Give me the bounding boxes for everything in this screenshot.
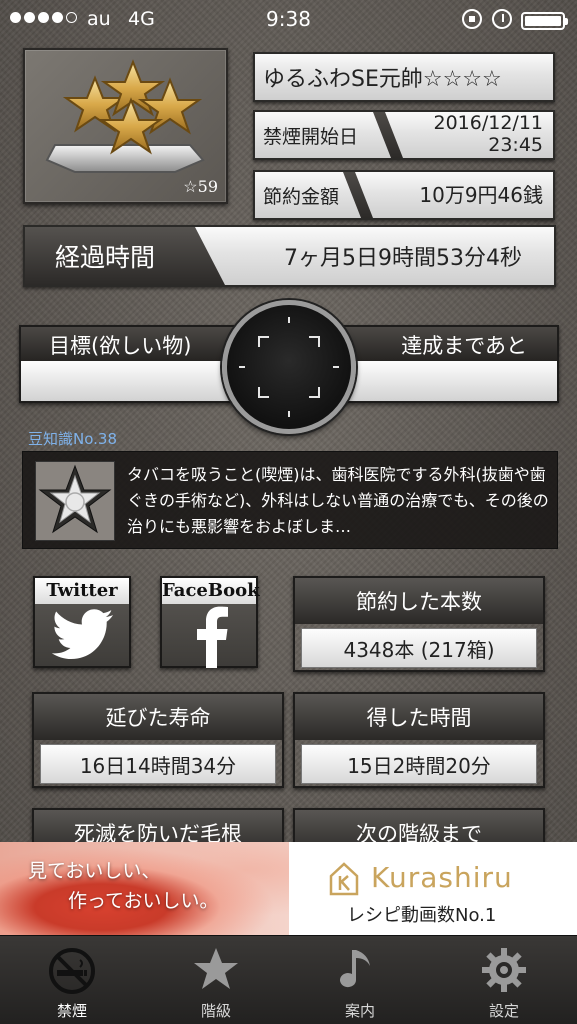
trivia-title: 豆知識No.38 bbox=[28, 430, 117, 448]
saved-cigarettes-value: 4348本 (217箱) bbox=[301, 628, 537, 668]
tab-bar: 禁煙 階級 案内 設定 bbox=[0, 935, 577, 1024]
tab-quit-smoking-label: 禁煙 bbox=[56, 1002, 87, 1020]
ad-banner[interactable]: 見ておいしい、 作っておいしい。 Kurashiru レシピ動画数No.1 bbox=[0, 842, 577, 935]
no-smoking-icon bbox=[49, 948, 95, 994]
time-gained-label: 得した時間 bbox=[295, 694, 543, 740]
divider bbox=[373, 112, 403, 158]
ad-tagline: レシピ動画数No.1 bbox=[347, 905, 497, 926]
time-gained-card: 得した時間 15日2時間20分 bbox=[293, 692, 545, 788]
ad-copy-line1: 見ておいしい、 bbox=[28, 860, 161, 882]
tab-settings-label: 設定 bbox=[488, 1002, 519, 1020]
time-gained-value: 15日2時間20分 bbox=[301, 744, 537, 784]
elapsed-panel: 経過時間 7ヶ月5日9時間53分4秒 bbox=[23, 225, 556, 287]
star-icon bbox=[194, 948, 238, 989]
saved-cigarettes-card: 節約した本数 4348本 (217箱) bbox=[293, 576, 545, 672]
twitter-label: Twitter bbox=[35, 578, 129, 604]
viewfinder-icon bbox=[239, 317, 339, 417]
quit-start-date: 2016/12/11 bbox=[433, 112, 543, 135]
facebook-button[interactable]: FaceBook bbox=[160, 576, 260, 668]
rank-name: ゆるふわSE元帥☆☆☆☆ bbox=[253, 52, 555, 102]
clock: 9:38 bbox=[266, 7, 311, 31]
quit-start-value: 2016/12/11 23:45 bbox=[433, 112, 543, 158]
saved-cigarettes-label: 節約した本数 bbox=[295, 578, 543, 624]
ad-photo: 見ておいしい、 作っておいしい。 bbox=[0, 842, 289, 935]
tab-rank-label: 階級 bbox=[200, 1002, 231, 1020]
facebook-f-icon bbox=[197, 606, 228, 668]
tab-settings[interactable]: 設定 bbox=[432, 936, 576, 1024]
rank-badge[interactable]: ☆59 bbox=[23, 48, 228, 204]
status-bar: au 4G 9:38 bbox=[0, 0, 577, 40]
ad-copy-line2: 作っておいしい。 bbox=[68, 890, 219, 912]
rank-name-text: ゆるふわSE元帥☆☆☆☆ bbox=[263, 67, 502, 92]
savings-panel: 節約金額 10万9円46銭 bbox=[253, 170, 555, 220]
goal-image-dial[interactable] bbox=[222, 300, 356, 434]
quit-start-label: 禁煙開始日 bbox=[263, 125, 359, 148]
stars-count: ☆59 bbox=[183, 177, 218, 196]
trivia-star-icon bbox=[35, 461, 115, 541]
twitter-button[interactable]: Twitter bbox=[33, 576, 131, 668]
alarm-icon bbox=[492, 9, 512, 29]
kurashiru-logo-icon bbox=[329, 862, 359, 896]
divider bbox=[343, 172, 373, 218]
twitter-bird-icon bbox=[51, 609, 113, 659]
tab-rank[interactable]: 階級 bbox=[144, 936, 288, 1024]
tab-guide[interactable]: 案内 bbox=[288, 936, 432, 1024]
goal-remaining-label: 達成まであと bbox=[401, 334, 527, 358]
quit-start-panel: 禁煙開始日 2016/12/11 23:45 bbox=[253, 110, 555, 160]
elapsed-value: 7ヶ月5日9時間53分4秒 bbox=[284, 246, 522, 271]
savings-label: 節約金額 bbox=[263, 185, 340, 208]
battery-icon bbox=[521, 12, 568, 30]
tab-quit-smoking[interactable]: 禁煙 bbox=[0, 936, 144, 1024]
ad-brand-name: Kurashiru bbox=[371, 861, 513, 894]
ad-brand: Kurashiru レシピ動画数No.1 bbox=[289, 842, 577, 935]
music-note-icon bbox=[340, 950, 370, 988]
life-extended-value: 16日14時間34分 bbox=[40, 744, 276, 784]
savings-value: 10万9円46銭 bbox=[419, 182, 543, 207]
trivia-text: タバコを吸うこと(喫煙)は、歯科医院でする外科(抜歯や歯ぐきの手術など)、外科は… bbox=[127, 465, 549, 536]
life-extended-card: 延びた寿命 16日14時間34分 bbox=[32, 692, 284, 788]
trivia-card[interactable]: タバコを吸うこと(喫煙)は、歯科医院でする外科(抜歯や歯ぐきの手術など)、外科は… bbox=[22, 451, 558, 549]
life-extended-label: 延びた寿命 bbox=[34, 694, 282, 740]
gear-icon bbox=[482, 948, 526, 992]
elapsed-label: 経過時間 bbox=[55, 243, 156, 272]
quit-start-time: 23:45 bbox=[488, 134, 543, 156]
rotation-lock-icon bbox=[462, 9, 482, 29]
tab-guide-label: 案内 bbox=[344, 1002, 375, 1020]
goal-label: 目標(欲しい物) bbox=[49, 334, 192, 358]
ad-copy: 見ておいしい、 作っておいしい。 bbox=[28, 856, 218, 916]
facebook-label: FaceBook bbox=[162, 578, 260, 604]
